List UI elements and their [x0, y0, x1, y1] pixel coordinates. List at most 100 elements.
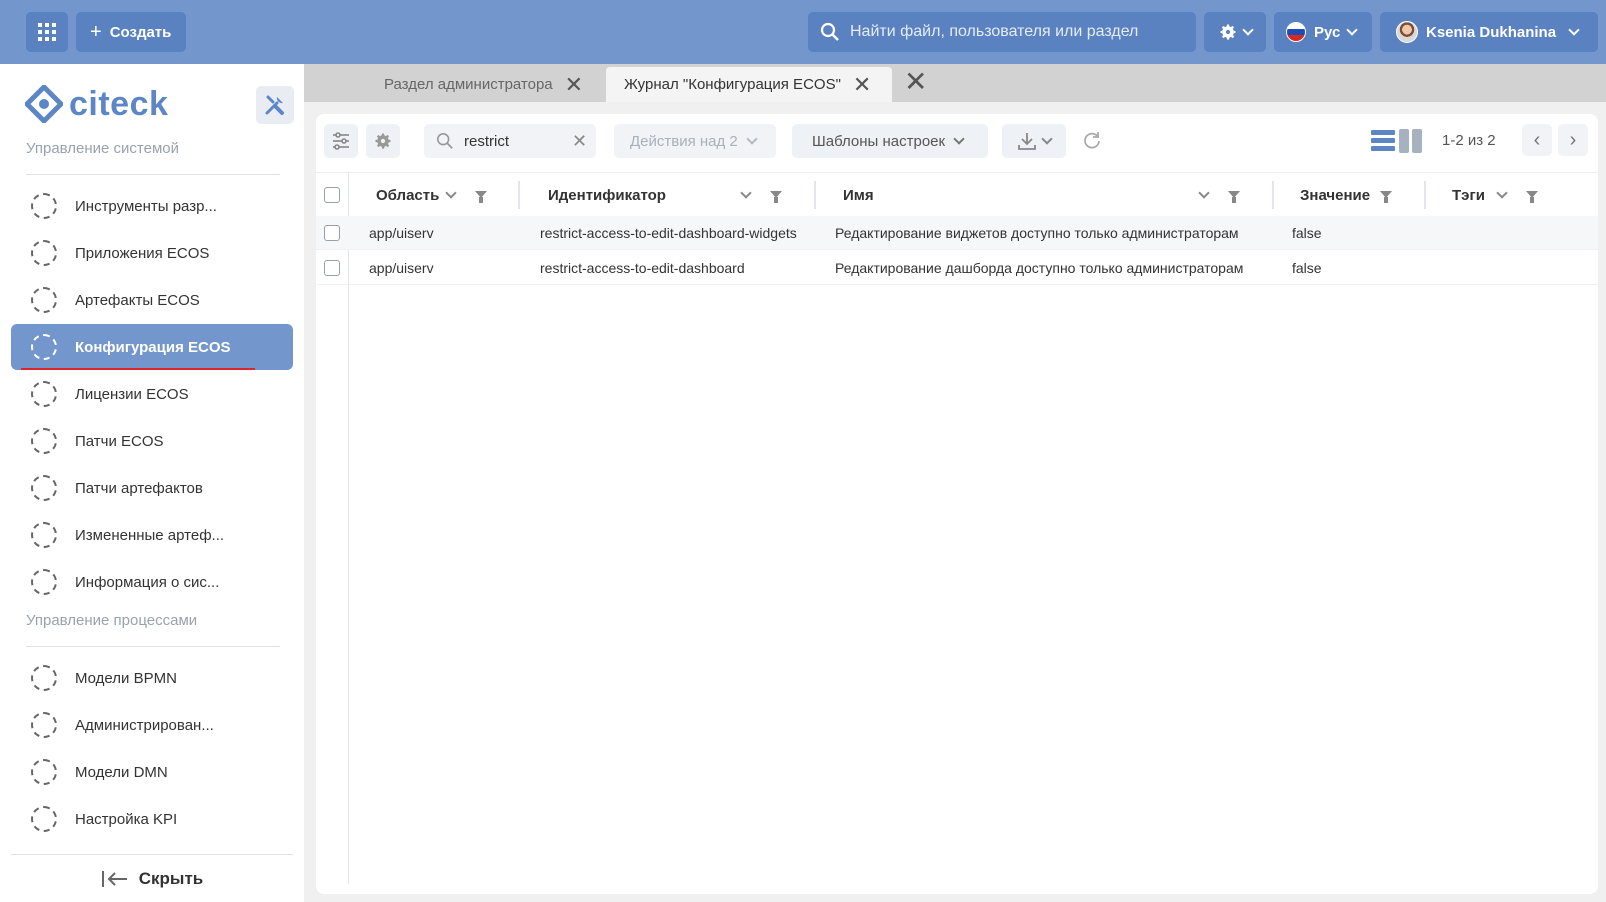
select-all-checkbox[interactable] [324, 173, 340, 217]
column-separator[interactable] [1424, 181, 1426, 209]
gear-icon [1220, 24, 1236, 40]
list-view-toggle[interactable] [1370, 128, 1396, 157]
column-header-tags[interactable]: Тэги [1452, 173, 1485, 217]
dashed-circle-icon [31, 240, 57, 266]
citeck-logo[interactable]: citeck [25, 84, 168, 124]
sidebar-item-ecos-apps[interactable]: Приложения ECOS [11, 230, 293, 276]
templates-label: Шаблоны настроек [812, 132, 946, 150]
sidebar-item-label: Информация о сис... [75, 573, 220, 591]
filter-icon[interactable] [1526, 191, 1538, 203]
column-header-area[interactable]: Область [376, 173, 439, 217]
filter-icon[interactable] [1228, 191, 1240, 203]
column-separator[interactable] [518, 181, 520, 209]
dashed-circle-icon [31, 759, 57, 785]
column-header-name[interactable]: Имя [843, 173, 874, 217]
journal-panel: restrict ✕ Действия над 2 Шаблоны настро… [316, 114, 1598, 894]
filter-icon[interactable] [475, 191, 487, 203]
collapse-left-icon [101, 870, 127, 887]
dashed-circle-icon [31, 665, 57, 691]
export-dropdown[interactable] [1002, 124, 1066, 158]
clear-search-icon[interactable]: ✕ [572, 131, 587, 152]
preview-view-toggle[interactable] [1398, 128, 1424, 157]
search-icon [820, 22, 839, 41]
sort-chevron-icon[interactable] [445, 186, 457, 199]
settings-menu-button[interactable] [1204, 12, 1266, 52]
journal-search-input[interactable]: restrict ✕ [424, 124, 596, 158]
tab-bar: Раздел администратора ✕ Журнал "Конфигур… [304, 64, 1606, 102]
tab-admin-section[interactable]: Раздел администратора ✕ [384, 67, 583, 102]
filter-settings-button[interactable] [324, 124, 358, 158]
filter-icon[interactable] [770, 191, 782, 203]
actions-label: Действия над 2 [630, 132, 738, 150]
apps-menu-button[interactable] [26, 12, 68, 52]
global-search-input[interactable]: Найти файл, пользователя или раздел [808, 12, 1196, 52]
sidebar-item-label: Измененные артеф... [75, 526, 225, 544]
dashed-circle-icon [31, 428, 57, 454]
settings-templates-dropdown[interactable]: Шаблоны настроек [792, 124, 988, 158]
close-icon[interactable]: ✕ [853, 73, 871, 96]
filter-icon[interactable] [1380, 191, 1392, 203]
column-header-identifier[interactable]: Идентификатор [548, 173, 666, 217]
sidebar-item-dmn-models[interactable]: Модели DMN [11, 749, 293, 795]
cell-area: app/uiserv [369, 259, 434, 276]
column-separator[interactable] [1272, 181, 1274, 209]
checkbox[interactable] [324, 187, 340, 203]
active-item-underline [21, 368, 255, 370]
dashed-circle-icon [31, 475, 57, 501]
chevron-down-icon [953, 133, 965, 145]
sort-chevron-icon[interactable] [1496, 186, 1508, 199]
cell-area: app/uiserv [369, 224, 434, 241]
prev-page-button[interactable]: ‹ [1522, 124, 1552, 156]
user-name: Ksenia Dukhanina [1426, 23, 1557, 41]
refresh-icon [1084, 132, 1100, 149]
chevron-down-icon [1242, 24, 1254, 36]
row-checkbox[interactable] [324, 225, 340, 241]
sidebar-item-bpmn-models[interactable]: Модели BPMN [11, 655, 293, 701]
table-header: Область Идентификатор Имя Значение Тэги [316, 172, 1598, 216]
chevron-down-icon [746, 133, 758, 145]
user-menu-button[interactable]: Ksenia Dukhanina [1380, 12, 1598, 52]
sort-chevron-icon[interactable] [740, 186, 752, 199]
search-icon [436, 132, 453, 149]
checkbox[interactable] [324, 260, 340, 276]
tab-ecos-config-journal[interactable]: Журнал "Конфигурация ECOS" ✕ [606, 67, 892, 102]
sliders-icon [333, 132, 349, 150]
sidebar-item-changed-artifacts[interactable]: Измененные артеф... [11, 512, 293, 558]
table-row[interactable]: app/uiserv restrict-access-to-edit-dashb… [316, 216, 1598, 250]
sidebar-item-ecos-patches[interactable]: Патчи ECOS [11, 418, 293, 464]
admin-tools-button[interactable] [256, 86, 294, 124]
sidebar-item-administration[interactable]: Администрирован... [11, 702, 293, 748]
close-all-tabs-icon[interactable]: ✕ [904, 68, 927, 96]
create-button[interactable]: + Создать [76, 12, 186, 52]
tab-label: Раздел администратора [384, 76, 553, 93]
sidebar-item-ecos-config[interactable]: Конфигурация ECOS [11, 324, 293, 370]
journal-settings-button[interactable] [366, 124, 400, 158]
top-bar: + Создать Найти файл, пользователя или р… [0, 0, 1606, 64]
divider [26, 646, 280, 647]
row-checkbox[interactable] [324, 260, 340, 276]
close-icon[interactable]: ✕ [565, 73, 583, 96]
sidebar-item-ecos-artifacts[interactable]: Артефакты ECOS [11, 277, 293, 323]
column-separator[interactable] [814, 181, 816, 209]
language-selector[interactable]: Рус [1274, 12, 1372, 52]
next-page-button[interactable]: › [1558, 124, 1588, 156]
sidebar-item-dev-tools[interactable]: Инструменты разр... [11, 183, 293, 229]
section-title-process: Управление процессами [26, 612, 198, 629]
hide-sidebar-button[interactable]: Скрыть [11, 854, 293, 902]
dashed-circle-icon [31, 712, 57, 738]
sidebar-item-system-info[interactable]: Информация о сис... [11, 559, 293, 605]
sidebar-item-label: Инструменты разр... [75, 197, 217, 215]
refresh-button[interactable] [1082, 130, 1102, 153]
bulk-actions-dropdown[interactable]: Действия над 2 [614, 124, 776, 158]
column-title: Имя [843, 186, 874, 204]
sidebar-item-artifact-patches[interactable]: Патчи артефактов [11, 465, 293, 511]
sort-chevron-icon[interactable] [1198, 186, 1210, 199]
column-header-value[interactable]: Значение [1300, 173, 1370, 217]
search-value: restrict [464, 132, 509, 150]
cell-name: Редактирование виджетов доступно только … [835, 224, 1239, 241]
table-row[interactable]: app/uiserv restrict-access-to-edit-dashb… [316, 251, 1598, 285]
checkbox[interactable] [324, 225, 340, 241]
gear-icon [375, 133, 391, 149]
sidebar-item-ecos-licenses[interactable]: Лицензии ECOS [11, 371, 293, 417]
sidebar-item-kpi-settings[interactable]: Настройка KPI [11, 796, 293, 842]
